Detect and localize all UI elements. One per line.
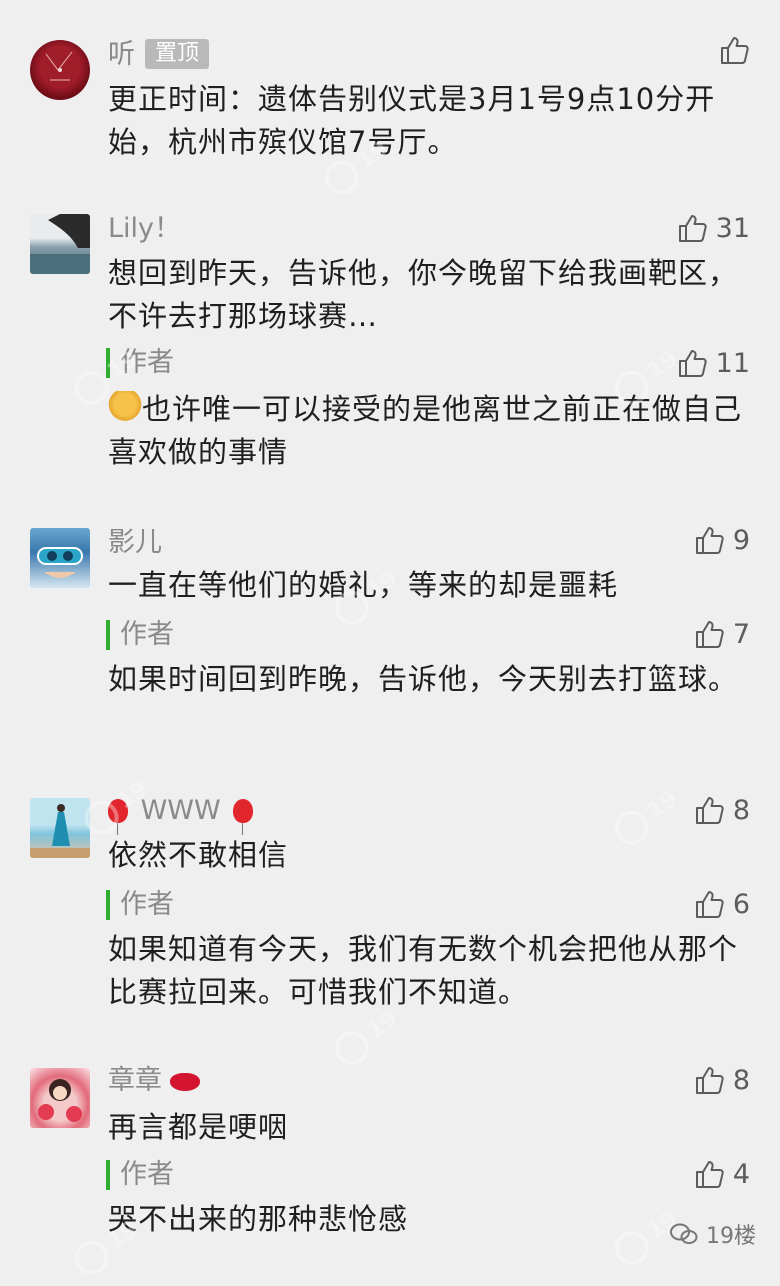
author-reply-label: 作者 <box>106 620 174 650</box>
comment-author-name[interactable]: 章章 <box>108 1064 200 1098</box>
avatar[interactable] <box>30 40 90 100</box>
like-button[interactable]: 7 <box>693 616 750 652</box>
like-count: 9 <box>732 524 750 556</box>
avatar[interactable] <box>30 528 90 588</box>
thumbs-up-icon <box>693 1158 725 1190</box>
thumbs-up-icon <box>693 1064 725 1096</box>
like-count: 31 <box>715 212 750 244</box>
thumbs-up-icon <box>676 212 708 244</box>
like-button[interactable]: 8 <box>693 1062 750 1098</box>
balloon-icon <box>233 799 254 835</box>
author-name-text: 章章 <box>108 1065 162 1096</box>
author-name-text: 听 <box>108 39 135 70</box>
like-count: 4 <box>732 1158 750 1190</box>
comment-text: 更正时间：遗体告别仪式是3月1号9点10分开始，杭州市殡仪馆7号厅。 <box>108 82 716 159</box>
comment-text: 想回到昨天，告诉他，你今晚留下给我画靶区，不许去打那场球赛… <box>108 256 739 333</box>
comment-author-name[interactable]: 影儿 <box>108 526 162 560</box>
brand-text: 19楼 <box>706 1224 756 1249</box>
comment-text: 一直在等他们的婚礼，等来的却是噩耗 <box>108 568 619 602</box>
like-count: 8 <box>732 794 750 826</box>
like-count: 7 <box>732 618 750 650</box>
like-button[interactable]: 4 <box>693 1156 750 1192</box>
like-button[interactable]: 9 <box>693 522 750 558</box>
author-reply-label: 作者 <box>106 890 174 920</box>
avatar[interactable] <box>30 214 90 274</box>
reply-text: 如果时间回到昨晚，告诉他，今天别去打篮球。 <box>108 662 739 696</box>
avatar-art <box>30 214 90 274</box>
thumbs-up-icon <box>693 888 725 920</box>
comment-author-name[interactable]: 听置顶 <box>108 38 210 72</box>
like-button[interactable]: 6 <box>693 886 750 922</box>
like-button[interactable] <box>718 32 750 68</box>
like-count: 6 <box>732 888 750 920</box>
reply-text: 如果知道有今天，我们有无数个机会把他从那个比赛拉回来。可惜我们不知道。 <box>108 932 739 1009</box>
avatar[interactable] <box>30 1068 90 1128</box>
comment-text: 再言都是哽咽 <box>108 1110 289 1144</box>
like-count: 11 <box>715 347 750 379</box>
comment-author-name[interactable]: Lily！ <box>108 212 181 246</box>
lips-icon <box>170 1073 200 1091</box>
like-button[interactable]: 31 <box>676 210 750 246</box>
like-count: 8 <box>732 1064 750 1096</box>
brand-label: 19楼 <box>670 1218 756 1250</box>
thumbs-up-icon <box>693 524 725 556</box>
wechat-icon <box>670 1223 698 1244</box>
avatar-art <box>45 51 73 81</box>
avatar-art <box>38 1079 82 1122</box>
watermark-logo: 19 <box>326 548 427 637</box>
thumbs-up-icon <box>693 618 725 650</box>
thumbs-up-icon <box>718 34 750 66</box>
author-reply-label: 作者 <box>106 1160 174 1190</box>
avatar-art <box>37 547 83 578</box>
pinned-badge: 置顶 <box>145 39 210 69</box>
